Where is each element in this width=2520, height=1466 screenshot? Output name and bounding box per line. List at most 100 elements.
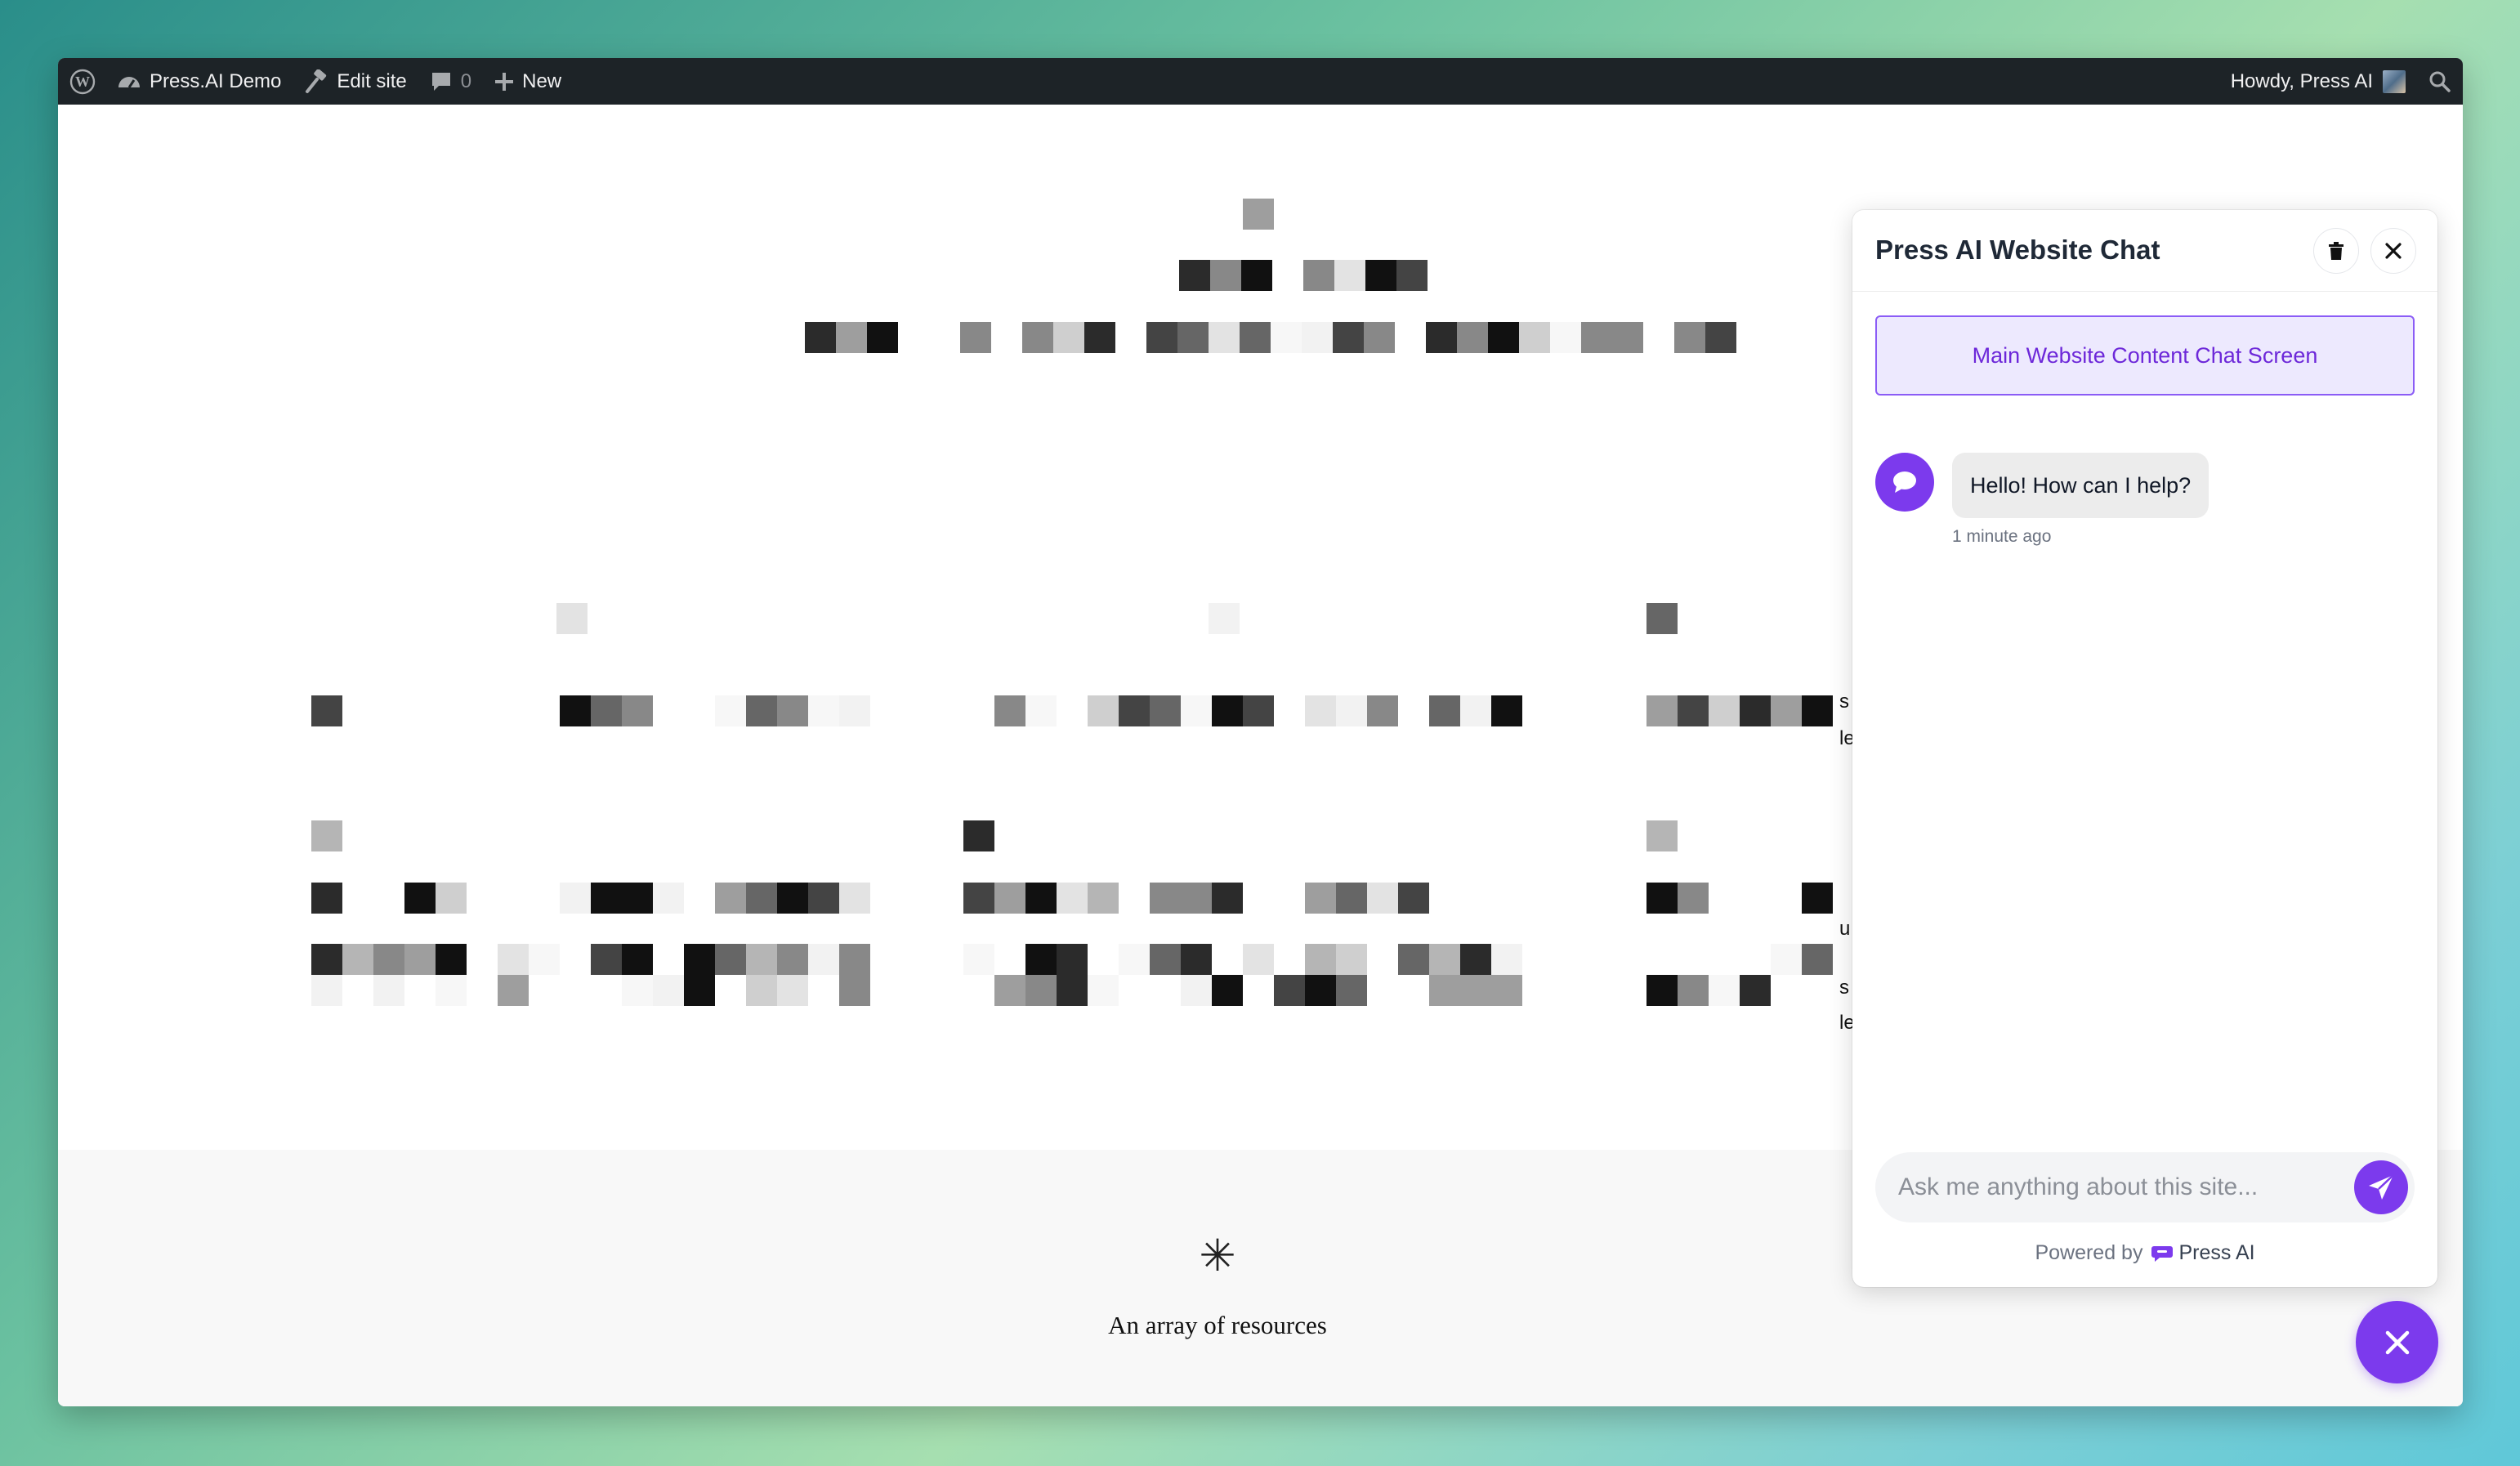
pixel-block bbox=[1181, 883, 1212, 914]
pixel-block bbox=[777, 695, 808, 726]
pixel-block bbox=[1398, 883, 1429, 914]
comment-icon bbox=[431, 72, 450, 91]
pixel-block bbox=[1241, 260, 1272, 291]
close-chat-button[interactable] bbox=[2370, 228, 2416, 274]
pixel-block bbox=[839, 975, 870, 1006]
pixel-block bbox=[436, 944, 467, 975]
pixel-block bbox=[1365, 260, 1396, 291]
pixel-block bbox=[1305, 975, 1336, 1006]
edit-site-link[interactable]: Edit site bbox=[293, 58, 418, 105]
pixel-block bbox=[715, 883, 746, 914]
pixel-block bbox=[1057, 975, 1088, 1006]
site-name-link[interactable]: Press.AI Demo bbox=[105, 58, 293, 105]
powered-by-label: Powered by bbox=[2035, 1241, 2143, 1264]
wordpress-icon: W bbox=[69, 69, 96, 94]
pixel-block bbox=[1771, 944, 1802, 975]
pixel-block bbox=[1336, 975, 1367, 1006]
admin-search-button[interactable] bbox=[2417, 58, 2463, 105]
pixel-block bbox=[1302, 322, 1333, 353]
pixel-block bbox=[1025, 975, 1057, 1006]
pixel-block bbox=[1181, 975, 1212, 1006]
pixel-block bbox=[1119, 944, 1150, 975]
pixel-block bbox=[805, 322, 836, 353]
footer-tagline: An array of resources bbox=[1108, 1311, 1327, 1339]
pixel-block bbox=[1333, 322, 1364, 353]
pixel-block bbox=[560, 883, 591, 914]
pixel-block bbox=[963, 944, 994, 975]
comments-count: 0 bbox=[460, 69, 472, 92]
greeting-label: Howdy, Press AI bbox=[2230, 69, 2373, 92]
pixel-block bbox=[404, 883, 436, 914]
pixel-block bbox=[1367, 883, 1398, 914]
pixel-block bbox=[963, 883, 994, 914]
pixel-block bbox=[1429, 975, 1460, 1006]
pixel-block bbox=[1740, 975, 1771, 1006]
pixel-block bbox=[1088, 883, 1119, 914]
pixel-block bbox=[1177, 322, 1209, 353]
pixel-block bbox=[715, 695, 746, 726]
chat-input-container bbox=[1875, 1152, 2415, 1222]
chat-toggle-button[interactable] bbox=[2356, 1301, 2438, 1383]
pixel-block bbox=[1709, 695, 1740, 726]
pixel-block bbox=[777, 944, 808, 975]
pixel-block bbox=[1179, 260, 1210, 291]
send-button[interactable] bbox=[2354, 1160, 2408, 1214]
pixel-block bbox=[311, 883, 342, 914]
pixel-block bbox=[1491, 944, 1522, 975]
pixel-block bbox=[1181, 944, 1212, 975]
cutoff-text: s bbox=[1839, 977, 1849, 999]
pixel-block bbox=[311, 820, 342, 851]
pixel-block bbox=[994, 883, 1025, 914]
chat-screen-label: Main Website Content Chat Screen bbox=[1875, 315, 2415, 396]
pixel-block bbox=[1057, 883, 1088, 914]
comments-link[interactable]: 0 bbox=[418, 58, 483, 105]
pixel-block bbox=[963, 820, 994, 851]
pixel-block bbox=[311, 944, 342, 975]
pixel-block bbox=[1460, 695, 1491, 726]
chat-header: Press AI Website Chat bbox=[1852, 210, 2437, 292]
message-timestamp: 1 minute ago bbox=[1952, 527, 2052, 546]
pixel-block bbox=[1146, 322, 1177, 353]
pixel-block bbox=[1581, 322, 1612, 353]
pixel-block bbox=[373, 944, 404, 975]
site-name-label: Press.AI Demo bbox=[150, 69, 282, 92]
account-menu[interactable]: Howdy, Press AI bbox=[2219, 58, 2417, 105]
wordpress-logo-button[interactable]: W bbox=[58, 58, 105, 105]
pixel-block bbox=[1550, 322, 1581, 353]
pixel-block bbox=[1305, 944, 1336, 975]
pixel-block bbox=[1025, 695, 1057, 726]
pixel-block bbox=[1802, 695, 1833, 726]
pixel-block bbox=[1802, 944, 1833, 975]
pixel-block bbox=[1209, 603, 1240, 634]
pixel-block bbox=[1084, 322, 1115, 353]
pixel-block bbox=[1740, 695, 1771, 726]
pixel-block bbox=[436, 975, 467, 1006]
chat-title: Press AI Website Chat bbox=[1875, 235, 2160, 265]
chat-bubble-icon bbox=[1893, 472, 1916, 493]
chat-input[interactable] bbox=[1875, 1152, 2341, 1222]
pixel-block bbox=[808, 883, 839, 914]
pixel-block bbox=[1426, 322, 1457, 353]
pixel-block bbox=[1212, 695, 1243, 726]
search-icon bbox=[2429, 71, 2451, 92]
press-ai-logo-icon bbox=[2151, 1244, 2174, 1263]
pixel-block bbox=[1364, 322, 1395, 353]
pixel-block bbox=[1025, 883, 1057, 914]
pixel-block bbox=[1025, 944, 1057, 975]
pixel-block bbox=[1771, 695, 1802, 726]
pixel-block bbox=[746, 695, 777, 726]
pixel-block bbox=[1336, 944, 1367, 975]
pixel-block bbox=[1367, 695, 1398, 726]
plus-icon bbox=[495, 72, 514, 91]
pixel-block bbox=[1243, 944, 1274, 975]
close-icon bbox=[2385, 243, 2402, 259]
chat-panel: Press AI Website Chat Main Website Conte… bbox=[1852, 210, 2437, 1287]
send-icon bbox=[2369, 1174, 2394, 1200]
pixel-block bbox=[622, 695, 653, 726]
pixel-block bbox=[622, 975, 653, 1006]
new-content-link[interactable]: New bbox=[483, 58, 573, 105]
clear-chat-button[interactable] bbox=[2313, 228, 2359, 274]
pixel-block bbox=[1243, 199, 1274, 230]
pixel-block bbox=[1646, 883, 1678, 914]
pixel-block bbox=[839, 944, 870, 975]
